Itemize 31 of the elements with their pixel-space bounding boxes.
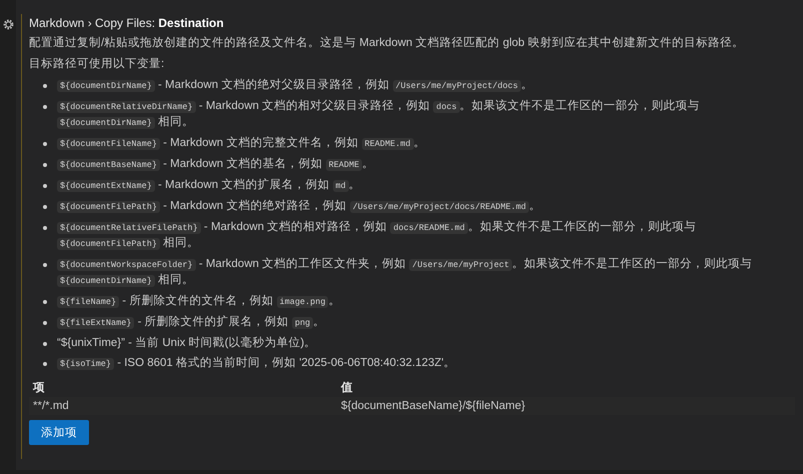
variable-description: ${isoTime} - ISO 8601 格式的当前时间，例如 '2025-06-06T08:40:32.123Z'。 <box>57 356 456 372</box>
setting-title: Markdown › Copy Files: Destination <box>29 16 225 30</box>
variable-description: ${documentBaseName} - Markdown 文档的基名，例如 README 。 <box>57 157 374 173</box>
setting-description: 配置通过复制/粘贴或拖放创建的文件的路径及文件名。这是与 Markdown 文档路径匹配的 glob 映射到应在其中创建新文件的目标路径。 <box>29 36 745 51</box>
variable-description: ${fileExtName} - 所删除文件的扩展名，例如 png 。 <box>57 315 326 331</box>
bullet-icon <box>43 84 47 88</box>
variables-intro: 目标路径可使用以下变量: <box>29 57 166 72</box>
variable-description: ${documentWorkspaceFolder} - Markdown 文档的工作区文件夹，例如 /Users/me/myProject 。如果该文件不是工作区的一部分，则此项与 ${documentDirName} 相同。 <box>57 257 795 289</box>
bullet-icon <box>43 362 47 366</box>
bullet-icon <box>43 105 47 109</box>
column-header: 值 <box>340 380 354 396</box>
variable-description: ${documentFileName} - Markdown 文档的完整文件名，例如 README.md 。 <box>57 136 426 152</box>
bullet-icon <box>43 226 47 230</box>
bullet-icon <box>43 321 47 325</box>
bullet-icon <box>43 184 47 188</box>
variable-description: ${documentFilePath} - Markdown 文档的绝对路径，例如 /Users/me/myProject/docs/README.md 。 <box>57 199 542 215</box>
variable-description: ${documentExtName} - Markdown 文档的扩展名，例如 md 。 <box>57 178 361 194</box>
variable-description: ${documentDirName} - Markdown 文档的绝对父级目录路径，例如 /Users/me/myProject/docs 。 <box>57 78 533 94</box>
bullet-icon <box>43 342 47 346</box>
bullet-icon <box>43 300 47 304</box>
variable-description: ${fileName} - 所删除文件的文件名，例如 image.png 。 <box>57 294 340 310</box>
bullet-icon <box>43 163 47 167</box>
column-header: 项 <box>32 381 46 396</box>
add-item-button[interactable]: 添加项 <box>29 420 89 445</box>
bullet-icon <box>43 263 47 267</box>
variable-description: ${documentRelativeDirName} - Markdown 文档的相对父级目录路径，例如 docs 。如果该文件不是工作区的一部分，则此项与 ${documentDirName} 相同。 <box>57 99 795 131</box>
variable-description: ${documentRelativeFilePath} - Markdown 文档的相对路径，例如 docs/README.md 。如果文件不是工作区的一部分，则此项与 ${documentFilePath} 相同。 <box>57 220 795 252</box>
bullet-icon <box>43 142 47 146</box>
variable-description: “${unixTime}” - 当前 Unix 时间戳(以毫秒为单位)。 <box>57 336 316 351</box>
bullet-icon <box>43 205 47 209</box>
settings-icon[interactable] <box>2 18 14 31</box>
